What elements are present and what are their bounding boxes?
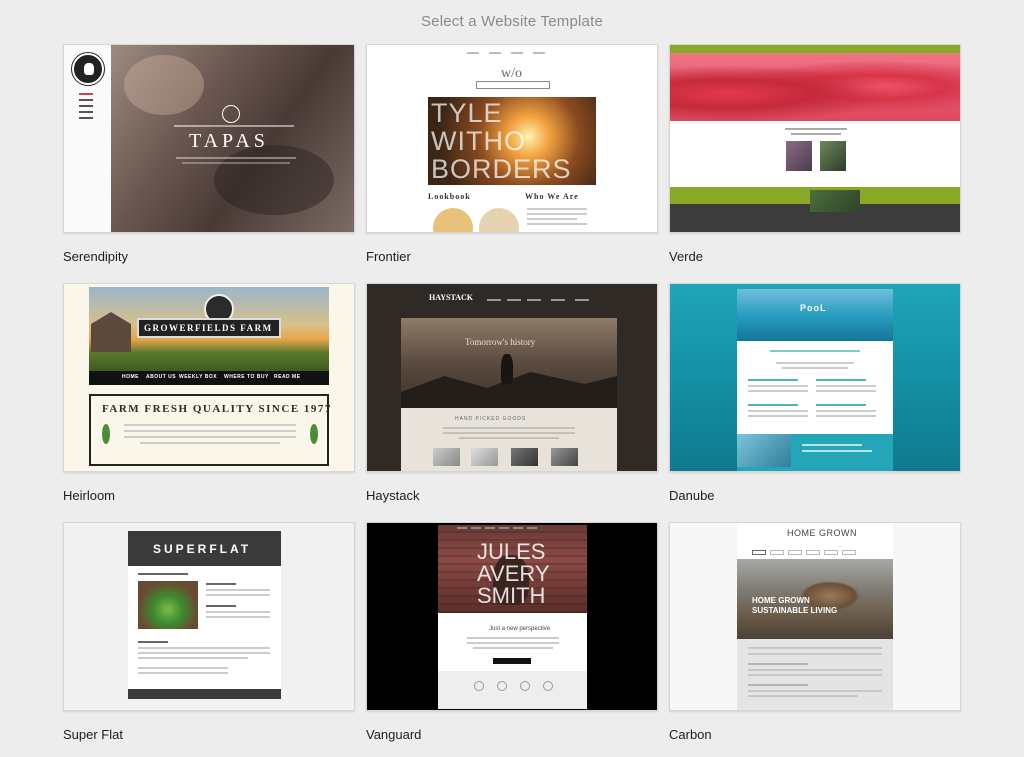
- template-card-danube[interactable]: PooL: [669, 283, 961, 472]
- template-card-haystack[interactable]: HAYSTACK Tomorrow's history HAND PICKED …: [366, 283, 658, 472]
- template-name[interactable]: Haystack: [366, 488, 419, 503]
- template-card-verde[interactable]: [669, 44, 961, 233]
- template-name[interactable]: Verde: [669, 249, 703, 264]
- template-name[interactable]: Danube: [669, 488, 715, 503]
- rooster-logo-icon: [72, 53, 104, 85]
- template-name[interactable]: Super Flat: [63, 727, 123, 742]
- emblem-icon: [222, 105, 240, 123]
- preview-hero-image: [138, 581, 198, 629]
- preview-hero-title: TAPAS: [189, 130, 269, 152]
- template-card-serendipity[interactable]: TAPAS: [63, 44, 355, 233]
- preview-logo: w/o: [501, 66, 522, 81]
- preview-hero-title: PooL: [800, 303, 827, 313]
- wheat-sprig-icon: [310, 424, 318, 444]
- template-card-super-flat[interactable]: SUPERFLAT: [63, 522, 355, 711]
- pencil-icon: [474, 681, 484, 691]
- preview-title: HOME GROWN: [787, 528, 857, 538]
- bolt-icon: [497, 681, 507, 691]
- plus-icon: [543, 681, 553, 691]
- template-card-carbon[interactable]: HOME GROWN HOME GROWN SUSTAINABLE LIVING: [669, 522, 961, 711]
- template-name[interactable]: Serendipity: [63, 249, 128, 264]
- template-card-frontier[interactable]: w/o TYLE WITHO BORDERS Lookbook Who We A…: [366, 44, 658, 233]
- gear-icon: [520, 681, 530, 691]
- preview-hero-image: [670, 53, 960, 121]
- page-title: Select a Website Template: [420, 13, 604, 30]
- template-name[interactable]: Carbon: [669, 727, 712, 742]
- preview-headline: FARM FRESH QUALITY SINCE 1977: [102, 403, 332, 415]
- template-name[interactable]: Vanguard: [366, 727, 421, 742]
- template-card-heirloom[interactable]: GROWERFIELDS FARM HOME ABOUT US WEEKLY B…: [63, 283, 355, 472]
- preview-hero-title: Tomorrow's history: [465, 337, 536, 347]
- template-card-vanguard[interactable]: JULES AVERY SMITH Just a new perspective: [366, 522, 658, 711]
- preview-hero-image: [737, 289, 893, 341]
- template-name[interactable]: Frontier: [366, 249, 411, 264]
- preview-title: SUPERFLAT: [153, 542, 252, 556]
- wheat-sprig-icon: [102, 424, 110, 444]
- preview-tagline: Just a new perspective: [489, 626, 551, 632]
- template-name[interactable]: Heirloom: [63, 488, 115, 503]
- preview-logo: HAYSTACK: [429, 293, 474, 302]
- preview-button: [493, 658, 531, 664]
